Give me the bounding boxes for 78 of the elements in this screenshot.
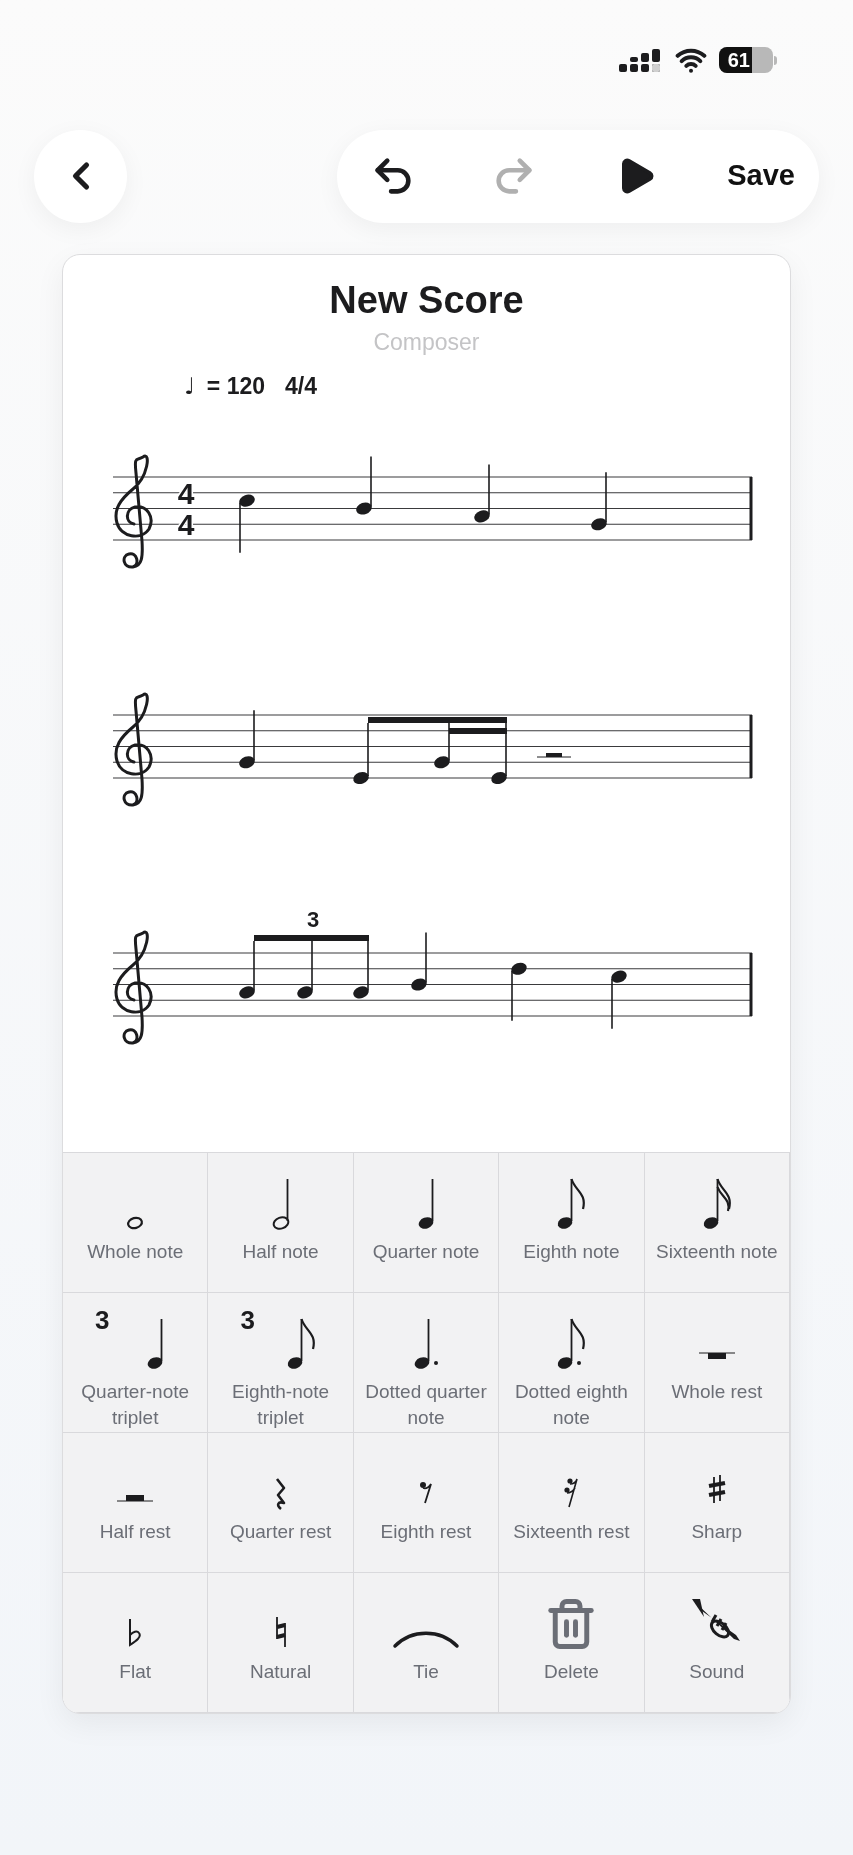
- palette-label: Quarter-note triplet: [80, 1380, 191, 1430]
- signal-icon: [619, 47, 663, 73]
- palette-item[interactable]: Sixteenth note: [644, 1153, 790, 1293]
- half-rest-icon: [116, 1494, 155, 1502]
- quarter-note: [511, 962, 527, 1022]
- quarter-note: [239, 494, 255, 554]
- palette-label: Whole rest: [671, 1380, 763, 1404]
- barline: [749, 953, 753, 1016]
- time-signature-label: 4/4: [285, 371, 318, 401]
- palette-item[interactable]: Half rest: [63, 1433, 209, 1573]
- palette-item[interactable]: Eighth note: [499, 1153, 645, 1293]
- palette-item[interactable]: Tie: [353, 1573, 500, 1713]
- quarter-note-icon: [417, 1178, 435, 1230]
- composer-label: Composer: [373, 328, 480, 357]
- natural-icon: [273, 1615, 288, 1649]
- palette-item[interactable]: Flat: [63, 1573, 209, 1713]
- barline: [749, 477, 753, 540]
- palette-label: Eighth note: [523, 1240, 620, 1264]
- palette-label: Eighth rest: [380, 1520, 472, 1544]
- palette-item[interactable]: Whole note: [63, 1153, 209, 1293]
- barline: [749, 715, 753, 778]
- palette-label: Sharp: [691, 1520, 743, 1544]
- palette-label: Sound: [689, 1660, 745, 1684]
- sixteenth-rest-icon: [563, 1477, 580, 1509]
- save-button[interactable]: Save: [727, 154, 795, 198]
- half-note-icon: [271, 1178, 290, 1230]
- palette-item[interactable]: Natural: [208, 1573, 354, 1713]
- palette-label: Sixteenth rest: [513, 1520, 630, 1544]
- palette-item[interactable]: Dotted quarter note: [353, 1293, 500, 1433]
- palette-label: Dotted quarter note: [364, 1380, 488, 1430]
- palette-item[interactable]: Dotted eighth note: [499, 1293, 645, 1433]
- triplet-number: 3: [95, 1307, 110, 1333]
- quarter-note-icon: [146, 1318, 165, 1370]
- quarter-note: [411, 931, 427, 991]
- palette-item[interactable]: Half note: [208, 1153, 354, 1293]
- palette-label: Half rest: [99, 1520, 171, 1544]
- palette-item[interactable]: Whole rest: [644, 1293, 790, 1433]
- palette-item[interactable]: Sharp: [644, 1433, 790, 1573]
- palette-item[interactable]: Sixteenth rest: [499, 1433, 645, 1573]
- dotted-quarter-note-icon: [413, 1318, 439, 1370]
- triplet-number: 3: [240, 1307, 255, 1333]
- quarter-note: [474, 463, 490, 523]
- whole-note-icon: [126, 1216, 145, 1230]
- quarter-note: [356, 455, 372, 515]
- score-title: New Score: [329, 278, 524, 323]
- tempo-value: = 120: [206, 371, 266, 401]
- whole-rest-icon: [697, 1351, 736, 1360]
- battery-indicator: 61: [719, 47, 777, 73]
- palette-label: Tie: [413, 1660, 439, 1684]
- palette-label: Natural: [249, 1660, 312, 1684]
- quarter-note: [611, 970, 627, 1030]
- palette-item[interactable]: 3 Quarter-note triplet: [63, 1293, 209, 1433]
- palette-item[interactable]: Eighth rest: [353, 1433, 500, 1573]
- palette-label: Quarter note: [372, 1240, 480, 1264]
- sharp-icon: [706, 1473, 727, 1505]
- palette-item[interactable]: Quarter note: [353, 1153, 500, 1293]
- tuplet-number: 3: [306, 907, 320, 932]
- palette-item[interactable]: 3 Eighth-note triplet: [208, 1293, 354, 1433]
- palette-label: Quarter rest: [229, 1520, 332, 1544]
- palette-label: Delete: [543, 1660, 599, 1684]
- quarter-rest-icon: [274, 1477, 288, 1511]
- rest: [536, 753, 572, 758]
- quarter-note: [239, 709, 255, 769]
- palette-item[interactable]: Quarter rest: [208, 1433, 354, 1573]
- eighth-rest-icon: [419, 1481, 433, 1505]
- palette-label: Eighth-note triplet: [231, 1380, 331, 1430]
- palette-label: Half note: [242, 1240, 319, 1264]
- palette-label: Dotted eighth note: [513, 1380, 629, 1430]
- tempo-note: ♩: [184, 371, 195, 401]
- palette-label: Whole note: [87, 1240, 184, 1264]
- dotted-eighth-note-icon: [555, 1317, 588, 1371]
- eighth-note-icon: [555, 1177, 588, 1231]
- palette-label: Flat: [119, 1660, 152, 1684]
- palette-item[interactable]: Sound: [644, 1573, 790, 1713]
- quarter-note: [591, 471, 607, 531]
- flat-icon: [128, 1617, 143, 1647]
- palette-item[interactable]: Delete: [499, 1573, 645, 1713]
- palette-label: Sixteenth note: [656, 1240, 778, 1264]
